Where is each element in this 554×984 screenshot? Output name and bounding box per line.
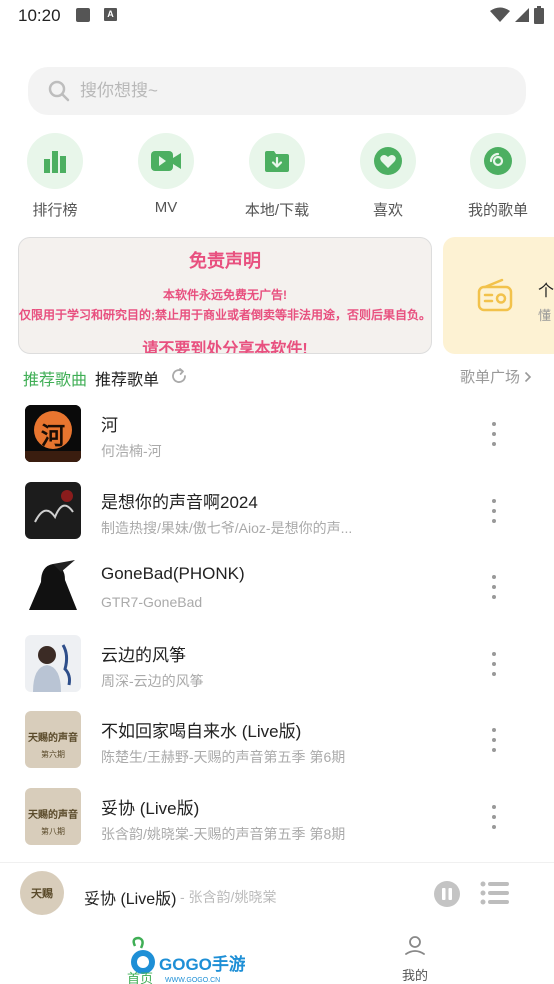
nav-mine-label: 我的 — [401, 968, 428, 983]
banner-title: 免责声明 — [189, 251, 261, 271]
download-folder-icon — [265, 151, 289, 172]
nav-home-label: 首页 — [127, 971, 154, 984]
user-profile-icon — [405, 936, 425, 955]
playlist-queue-icon[interactable] — [480, 880, 510, 906]
song-cover — [25, 481, 81, 539]
status-bar: 10:20 A — [0, 0, 554, 32]
quick-nav-local-download[interactable]: 本地/下载 — [232, 133, 322, 220]
pause-button[interactable] — [433, 880, 461, 908]
song-cover: 天赐的声音 第六期 — [25, 711, 81, 768]
song-list: 河 河 何浩楠-河 是想你的声音啊2024 制造热搜/果妹/傲七爷/Aioz-是… — [0, 396, 554, 855]
banner-side-subtitle: 懂 — [538, 308, 552, 323]
mini-player-artist: - 张含韵/姚晓棠 — [180, 889, 277, 905]
mini-player[interactable]: 天赐 妥协 (Live版) - 张含韵/姚晓棠 — [0, 862, 554, 922]
quick-nav: 排行榜 MV 本地/下载 喜欢 我的歌单 — [0, 133, 554, 223]
playlist-square-label: 歌单广场 — [459, 369, 520, 386]
quick-nav-label: MV — [154, 199, 178, 216]
song-item[interactable]: GoneBad(PHONK) GTR7-GoneBad — [0, 549, 554, 626]
cover-art — [25, 481, 81, 539]
quick-nav-mv[interactable]: MV — [121, 133, 211, 216]
song-item[interactable]: 是想你的声音啊2024 制造热搜/果妹/傲七爷/Aioz-是想你的声... — [0, 473, 554, 550]
battery-icon — [534, 6, 544, 24]
more-options-button[interactable] — [484, 728, 504, 752]
search-input[interactable] — [80, 67, 500, 115]
song-cover: 河 — [25, 405, 81, 462]
banner-line: 本软件永远免费无广告! — [163, 288, 287, 302]
more-options-button[interactable] — [484, 804, 504, 829]
cover-text: 河 — [41, 421, 65, 450]
notification-icon — [76, 8, 90, 22]
status-time: 10:20 — [18, 6, 61, 25]
song-item[interactable]: 云边的风筝 周深-云边的风筝 — [0, 626, 554, 703]
search-icon — [48, 80, 70, 102]
song-subtitle: GTR7-GoneBad — [101, 594, 203, 610]
song-title: 河 — [101, 416, 118, 435]
banner-line: 仅限用于学习和研究目的;禁止用于商业或者倒卖等非法用途，否则后果自负。 — [19, 308, 431, 322]
song-title: 不如回家喝自来水 (Live版) — [101, 722, 302, 741]
song-subtitle: 周深-云边的风筝 — [101, 672, 204, 689]
watermark-text: GOGO手游网 — [159, 954, 245, 974]
radio-icon — [477, 278, 513, 312]
song-item[interactable]: 天赐的声音 第八期 妥协 (Live版) 张含韵/姚晓棠-天赐的声音第五季 第8… — [0, 779, 554, 856]
disclaimer-banner[interactable]: 免责声明 本软件永远免费无广告! 仅限用于学习和研究目的;禁止用于商业或者倒卖等… — [18, 237, 432, 354]
song-cover — [25, 634, 81, 692]
disc-icon — [484, 147, 512, 175]
chart-icon — [44, 151, 66, 173]
quick-nav-label: 排行榜 — [32, 202, 78, 219]
banner-line: 请不要到处分享本软件! — [142, 341, 308, 354]
song-cover: 天赐的声音 第八期 — [25, 787, 81, 845]
quick-nav-label: 喜欢 — [372, 202, 403, 219]
quick-nav-my-playlists[interactable]: 我的歌单 — [453, 133, 543, 220]
song-item[interactable]: 河 河 何浩楠-河 — [0, 396, 554, 473]
song-title: 妥协 (Live版) — [101, 798, 200, 818]
cover-text: 天赐 — [31, 888, 53, 900]
mini-player-cover: 天赐 — [20, 871, 64, 915]
cover-text: 天赐的声音 — [28, 733, 78, 744]
more-options-button[interactable] — [484, 498, 504, 523]
mini-player-title: 妥协 (Live版) — [84, 891, 177, 908]
tab-recommended-songs[interactable]: 推荐歌曲 — [23, 366, 87, 390]
quick-nav-ranking[interactable]: 排行榜 — [10, 133, 100, 220]
cover-text: 天赐的声音 — [28, 809, 78, 821]
song-cover — [25, 558, 81, 615]
more-options-button[interactable] — [484, 651, 504, 676]
cover-art — [25, 558, 81, 615]
chevron-right-icon — [524, 371, 532, 382]
nav-mine[interactable]: 我的 — [385, 934, 445, 984]
song-subtitle: 何浩楠-河 — [101, 443, 162, 459]
song-title: 云边的风筝 — [101, 645, 186, 665]
radio-banner[interactable]: 个 懂 — [443, 237, 554, 354]
playlist-square-link[interactable]: 歌单广场 — [460, 366, 532, 387]
cover-text: 第六期 — [41, 750, 65, 759]
song-subtitle: 制造热搜/果妹/傲七爷/Aioz-是想你的声... — [101, 519, 353, 536]
signal-icon — [515, 8, 529, 22]
nav-home[interactable]: GOGO手游网 WWW.GOGO.CN 首页 — [115, 932, 245, 984]
song-subtitle: 张含韵/姚晓棠-天赐的声音第五季 第8期 — [101, 825, 346, 842]
banner-side-title: 个 — [538, 283, 554, 300]
more-options-button[interactable] — [484, 422, 504, 446]
song-title: GoneBad(PHONK) — [101, 564, 245, 583]
watermark-url: WWW.GOGO.CN — [165, 977, 220, 984]
cover-text: 第八期 — [41, 826, 65, 836]
wifi-icon — [490, 7, 510, 22]
video-icon — [151, 151, 181, 171]
more-options-button[interactable] — [484, 575, 504, 599]
song-title: 是想你的声音啊2024 — [101, 492, 258, 512]
bottom-nav: GOGO手游网 WWW.GOGO.CN 首页 我的 — [0, 922, 554, 984]
cover-art — [25, 634, 81, 692]
quick-nav-label: 我的歌单 — [467, 202, 528, 219]
quick-nav-favorites[interactable]: 喜欢 — [343, 133, 433, 220]
song-subtitle: 陈楚生/王赫野-天赐的声音第五季 第6期 — [101, 749, 346, 765]
tab-recommended-playlists[interactable]: 推荐歌单 — [95, 366, 159, 390]
app-notification-icon: A — [104, 8, 117, 21]
song-item[interactable]: 天赐的声音 第六期 不如回家喝自来水 (Live版) 陈楚生/王赫野-天赐的声音… — [0, 702, 554, 779]
refresh-icon[interactable] — [170, 367, 188, 385]
heart-icon — [374, 147, 402, 175]
search-bar[interactable] — [28, 67, 526, 115]
quick-nav-label: 本地/下载 — [244, 202, 310, 219]
